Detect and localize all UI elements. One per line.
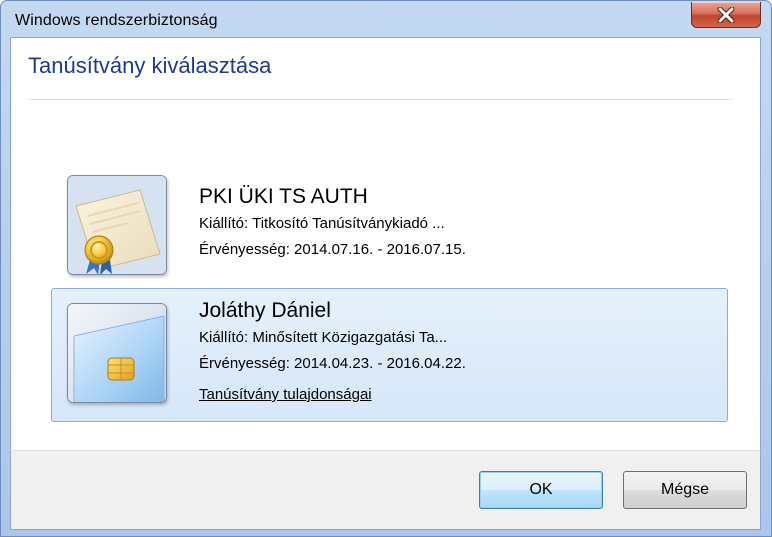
title-bar[interactable]: Windows rendszerbiztonság — [1, 1, 771, 37]
certificate-issuer: Kiállító: Minősített Közigazgatási Ta... — [199, 329, 448, 346]
certificate-validity: Érvényesség: 2014.04.23. - 2016.04.22. — [199, 355, 466, 372]
smart-card-icon — [67, 303, 167, 403]
certificate-name: Joláthy Dániel — [199, 299, 331, 322]
certificate-name: PKI ÜKI TS AUTH — [199, 185, 368, 208]
window-title: Windows rendszerbiztonság — [15, 12, 218, 29]
cancel-button[interactable]: Mégse — [623, 471, 747, 509]
certificate-validity: Érvényesség: 2014.07.16. - 2016.07.15. — [199, 241, 466, 258]
certificate-item-jolathy[interactable]: Joláthy Dániel Kiállító: Minősített Közi… — [51, 288, 728, 422]
button-bar: OK Mégse — [10, 450, 761, 530]
certificate-seal-icon — [67, 175, 167, 275]
close-icon — [692, 2, 760, 27]
certificate-issuer: Kiállító: Titkosító Tanúsítványkiadó ... — [199, 215, 445, 232]
dialog-window: Windows rendszerbiztonság Tanúsítvány ki… — [0, 0, 772, 537]
dialog-heading: Tanúsítvány kiválasztása — [28, 53, 272, 78]
close-button[interactable] — [691, 2, 761, 28]
certificate-properties-link[interactable]: Tanúsítvány tulajdonságai — [199, 386, 372, 403]
ok-button[interactable]: OK — [479, 471, 603, 509]
separator — [28, 99, 733, 100]
certificate-item-pki-uki[interactable]: PKI ÜKI TS AUTH Kiállító: Titkosító Tanú… — [51, 154, 728, 288]
